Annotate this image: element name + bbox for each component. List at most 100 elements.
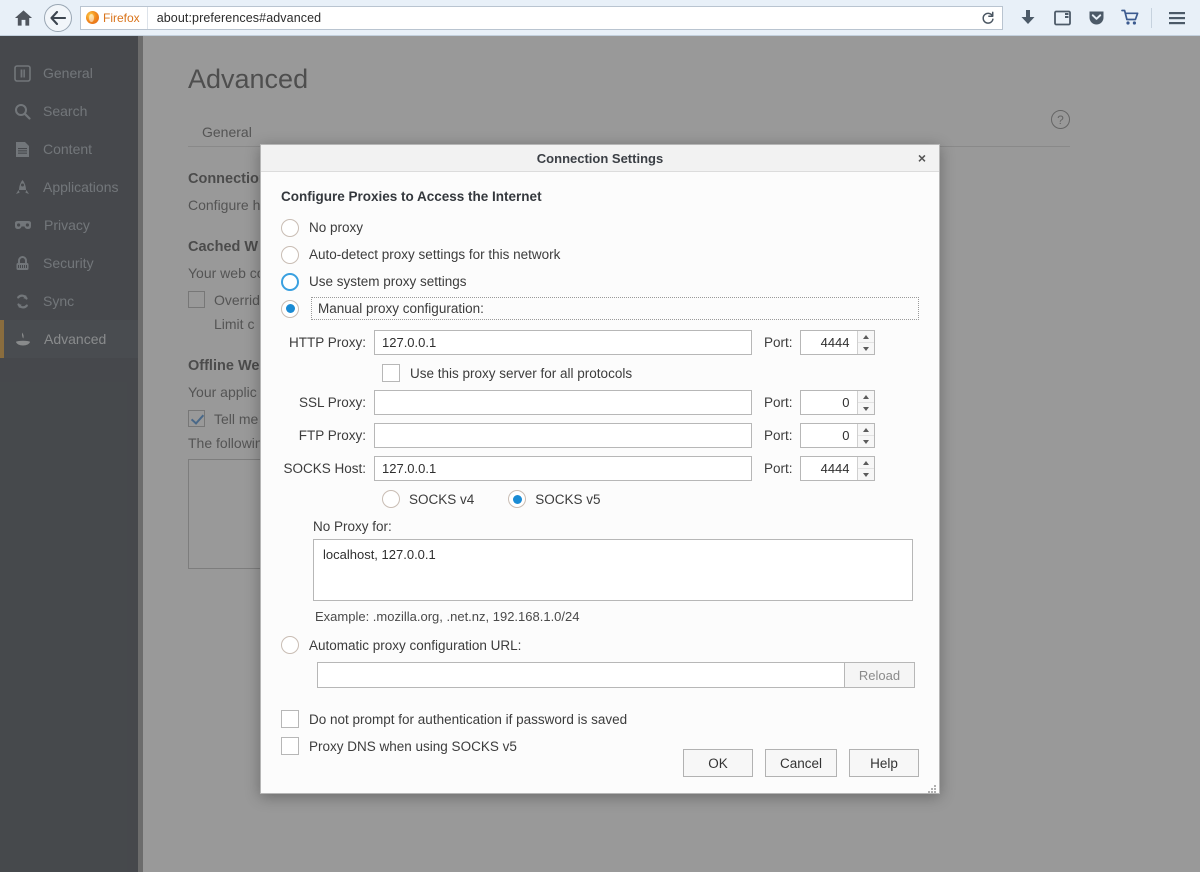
ssl-port-value[interactable]: 0 xyxy=(801,391,857,414)
ftp-port-stepper[interactable]: 0 xyxy=(800,423,875,448)
ftp-port-spin-buttons xyxy=(857,424,874,447)
url-bar[interactable]: Firefox about:preferences#advanced xyxy=(80,6,1003,30)
back-button[interactable] xyxy=(44,4,72,32)
resize-grip[interactable] xyxy=(926,783,936,793)
ok-button[interactable]: OK xyxy=(683,749,753,777)
cart-icon xyxy=(1121,9,1140,26)
spinner-up-icon[interactable] xyxy=(858,424,874,435)
socks-port-spin-buttons xyxy=(857,457,874,480)
close-icon[interactable]: × xyxy=(913,149,931,167)
radio-row-socks-v4[interactable]: SOCKS v4 xyxy=(382,490,474,508)
cart-button[interactable] xyxy=(1115,3,1145,33)
ftp-port-value[interactable]: 0 xyxy=(801,424,857,447)
http-port-value[interactable]: 4444 xyxy=(801,331,857,354)
http-port-spin-buttons xyxy=(857,331,874,354)
radio-row-pac-url[interactable]: Automatic proxy configuration URL: xyxy=(281,636,919,654)
firefox-brand-badge: Firefox xyxy=(81,7,148,29)
ftp-proxy-label: FTP Proxy: xyxy=(281,428,374,443)
pac-url-input[interactable] xyxy=(317,662,845,688)
download-button[interactable] xyxy=(1013,3,1043,33)
help-button[interactable]: Help xyxy=(849,749,919,777)
url-text[interactable]: about:preferences#advanced xyxy=(148,11,322,25)
pocket-icon xyxy=(1088,9,1105,26)
no-auth-prompt-row[interactable]: Do not prompt for authentication if pass… xyxy=(281,710,919,728)
socks-host-label: SOCKS Host: xyxy=(281,461,374,476)
connection-settings-dialog: Connection Settings × Configure Proxies … xyxy=(260,144,940,794)
ssl-port-label: Port: xyxy=(752,395,800,410)
toolbar-icon-group xyxy=(1009,3,1200,33)
field-row-socks-host: SOCKS Host: 127.0.0.1 Port: 4444 xyxy=(281,456,919,481)
spinner-down-icon[interactable] xyxy=(858,342,874,354)
radio-label-socks-v5: SOCKS v5 xyxy=(535,492,600,507)
cancel-button[interactable]: Cancel xyxy=(765,749,837,777)
sidebar-icon xyxy=(1054,10,1071,26)
socks-port-label: Port: xyxy=(752,461,800,476)
spinner-down-icon[interactable] xyxy=(858,468,874,480)
no-proxy-for-textarea[interactable]: localhost, 127.0.0.1 xyxy=(313,539,913,601)
back-arrow-icon xyxy=(50,11,66,25)
http-port-stepper[interactable]: 4444 xyxy=(800,330,875,355)
socks-port-stepper[interactable]: 4444 xyxy=(800,456,875,481)
ssl-proxy-label: SSL Proxy: xyxy=(281,395,374,410)
radio-system-proxy[interactable] xyxy=(281,273,299,291)
sidebar-button[interactable] xyxy=(1047,3,1077,33)
no-auth-prompt-checkbox[interactable] xyxy=(281,710,299,728)
no-auth-prompt-label: Do not prompt for authentication if pass… xyxy=(309,712,627,727)
radio-auto-detect[interactable] xyxy=(281,246,299,264)
radio-socks-v4[interactable] xyxy=(382,490,400,508)
dialog-title: Connection Settings xyxy=(537,151,663,166)
http-port-label: Port: xyxy=(752,335,800,350)
dialog-footer: OK Cancel Help xyxy=(683,749,919,777)
radio-socks-v5[interactable] xyxy=(508,490,526,508)
radio-row-no-proxy[interactable]: No proxy xyxy=(281,214,919,241)
use-for-all-protocols-row[interactable]: Use this proxy server for all protocols xyxy=(281,364,919,382)
firefox-brand-label: Firefox xyxy=(103,11,140,25)
ftp-port-label: Port: xyxy=(752,428,800,443)
socks-port-value[interactable]: 4444 xyxy=(801,457,857,480)
download-icon xyxy=(1020,9,1036,26)
hamburger-menu-icon xyxy=(1168,11,1186,25)
pac-input-row: Reload xyxy=(317,662,919,688)
use-for-all-protocols-checkbox[interactable] xyxy=(382,364,400,382)
home-button[interactable] xyxy=(6,3,40,33)
field-row-http-proxy: HTTP Proxy: 127.0.0.1 Port: 4444 xyxy=(281,330,919,355)
reload-icon xyxy=(981,11,995,25)
ssl-port-stepper[interactable]: 0 xyxy=(800,390,875,415)
dialog-heading: Configure Proxies to Access the Internet xyxy=(281,189,919,204)
radio-label-socks-v4: SOCKS v4 xyxy=(409,492,474,507)
radio-no-proxy[interactable] xyxy=(281,219,299,237)
field-row-ftp-proxy: FTP Proxy: Port: 0 xyxy=(281,423,919,448)
radio-manual-proxy[interactable] xyxy=(281,300,299,318)
reload-button[interactable] xyxy=(974,7,1002,29)
spinner-down-icon[interactable] xyxy=(858,435,874,447)
radio-row-system-proxy[interactable]: Use system proxy settings xyxy=(281,268,919,295)
radio-row-manual-proxy[interactable]: Manual proxy configuration: xyxy=(281,295,919,322)
spinner-up-icon[interactable] xyxy=(858,391,874,402)
manual-proxy-focus-outline: Manual proxy configuration: xyxy=(311,297,919,320)
spinner-up-icon[interactable] xyxy=(858,457,874,468)
ssl-port-spin-buttons xyxy=(857,391,874,414)
toolbar-divider xyxy=(1151,8,1152,28)
spinner-down-icon[interactable] xyxy=(858,402,874,414)
radio-label-no-proxy: No proxy xyxy=(309,220,363,235)
ssl-proxy-input[interactable] xyxy=(374,390,752,415)
pac-reload-button[interactable]: Reload xyxy=(845,662,915,688)
radio-label-auto-detect: Auto-detect proxy settings for this netw… xyxy=(309,247,560,262)
no-proxy-example-text: Example: .mozilla.org, .net.nz, 192.168.… xyxy=(315,609,919,624)
menu-button[interactable] xyxy=(1162,3,1192,33)
ftp-proxy-input[interactable] xyxy=(374,423,752,448)
http-proxy-input[interactable]: 127.0.0.1 xyxy=(374,330,752,355)
spinner-up-icon[interactable] xyxy=(858,331,874,342)
radio-label-manual-proxy: Manual proxy configuration: xyxy=(318,301,484,316)
dialog-body: Configure Proxies to Access the Internet… xyxy=(261,172,939,795)
radio-row-socks-v5[interactable]: SOCKS v5 xyxy=(508,490,600,508)
proxy-dns-label: Proxy DNS when using SOCKS v5 xyxy=(309,739,517,754)
radio-row-auto-detect[interactable]: Auto-detect proxy settings for this netw… xyxy=(281,241,919,268)
radio-pac-url[interactable] xyxy=(281,636,299,654)
pocket-button[interactable] xyxy=(1081,3,1111,33)
http-proxy-label: HTTP Proxy: xyxy=(281,335,374,350)
proxy-dns-checkbox[interactable] xyxy=(281,737,299,755)
socks-host-input[interactable]: 127.0.0.1 xyxy=(374,456,752,481)
no-proxy-for-label: No Proxy for: xyxy=(313,519,919,534)
radio-label-system-proxy: Use system proxy settings xyxy=(309,274,467,289)
